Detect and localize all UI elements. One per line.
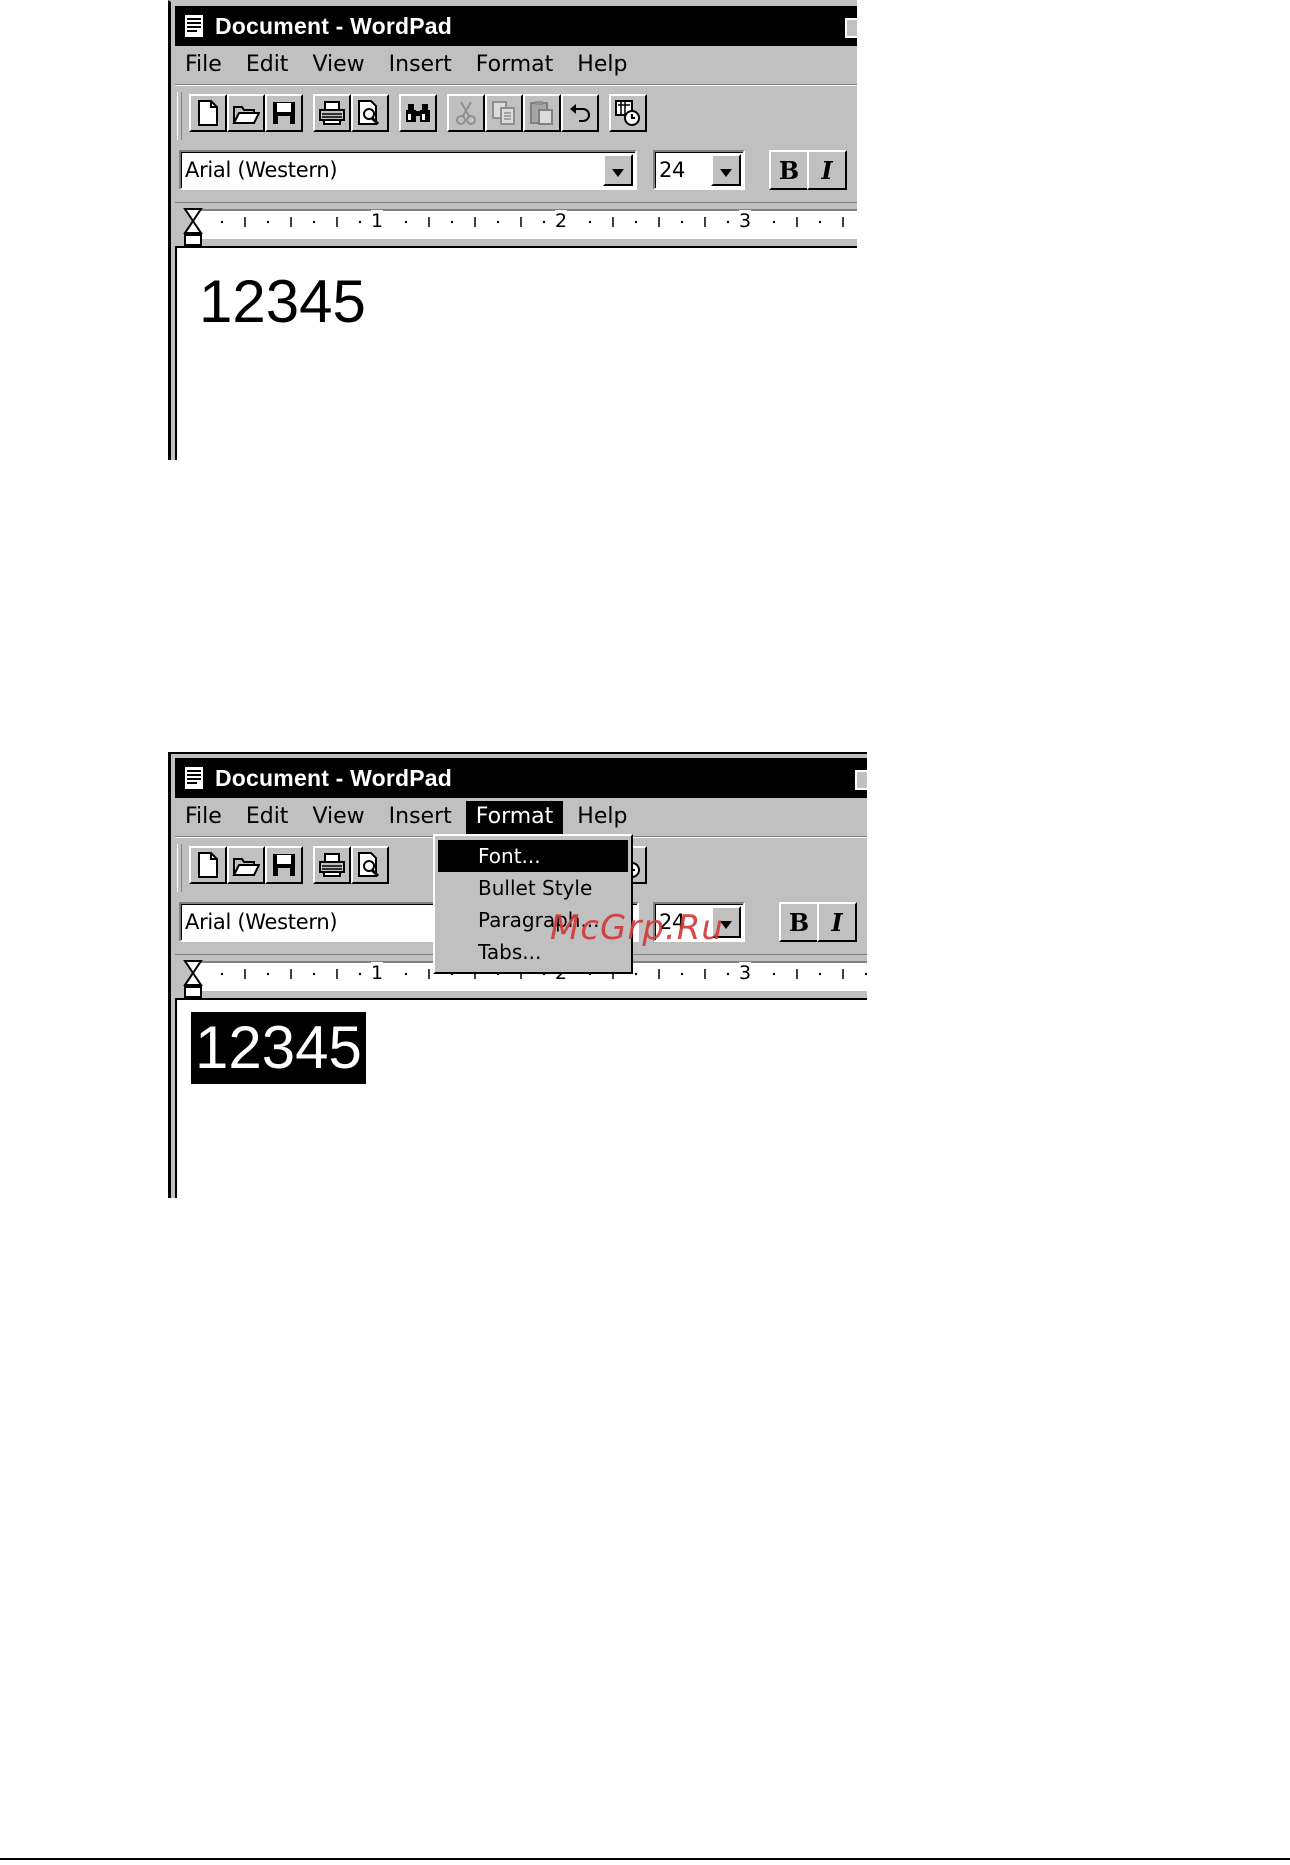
page-bottom-rule (0, 1858, 1290, 1860)
print-preview-icon (357, 852, 383, 878)
print-preview-icon (357, 100, 383, 126)
menu-format-active[interactable]: Format (465, 800, 564, 834)
menu-item-bullet-style[interactable]: Bullet Style (438, 872, 628, 904)
minimize-button[interactable] (855, 770, 867, 790)
ruler-ticks (220, 217, 844, 227)
menu-separator (175, 84, 857, 86)
menu-edit[interactable]: Edit (236, 801, 299, 834)
font-name-dropdown-button[interactable] (603, 154, 633, 186)
menu-help[interactable]: Help (567, 49, 637, 82)
toolbar-grip[interactable] (177, 844, 182, 892)
menu-file[interactable]: File (175, 801, 232, 834)
cut-button[interactable] (447, 94, 485, 132)
copy-icon (491, 100, 517, 126)
wordpad-window-2: Document - WordPad File Edit View Insert… (168, 752, 867, 1198)
print-preview-button[interactable] (351, 94, 389, 132)
minimize-button[interactable] (845, 18, 857, 38)
font-name-value: Arial (Western) (185, 910, 338, 934)
bold-icon: B (778, 155, 800, 185)
italic-icon: I (831, 907, 843, 937)
indent-marker-icon[interactable] (183, 207, 203, 247)
cut-icon (456, 100, 476, 126)
new-icon (197, 100, 219, 126)
menu-bar: File Edit View Insert Format Help (175, 46, 857, 84)
open-icon (232, 101, 260, 125)
format-menu-dropdown: Font... Bullet Style Paragraph... Tabs..… (433, 834, 633, 974)
menu-insert[interactable]: Insert (379, 801, 462, 834)
menu-insert[interactable]: Insert (379, 49, 462, 82)
document-area[interactable]: 12345 (175, 998, 867, 1198)
menu-view[interactable]: View (302, 801, 374, 834)
ruler-tick-marks (220, 217, 844, 227)
toolbar-grip[interactable] (177, 92, 182, 140)
indent-marker-icon[interactable] (183, 959, 203, 999)
find-button[interactable] (399, 94, 437, 132)
watermark-text: McGrp.Ru (550, 908, 724, 948)
insert-datetime-icon (614, 99, 642, 127)
menu-help[interactable]: Help (567, 801, 637, 834)
ruler-number-3: 3 (739, 962, 752, 984)
selected-document-text[interactable]: 12345 (191, 1012, 366, 1084)
menu-format[interactable]: Format (466, 49, 564, 82)
menu-edit[interactable]: Edit (236, 49, 299, 82)
font-size-dropdown-button[interactable] (711, 154, 741, 186)
bold-button[interactable]: B (779, 902, 819, 942)
dropdown-arrow-icon (720, 158, 732, 182)
wordpad-document-icon (183, 13, 205, 39)
print-button[interactable] (313, 94, 351, 132)
window-title: Document - WordPad (215, 764, 453, 791)
paste-button[interactable] (523, 94, 561, 132)
font-name-value: Arial (Western) (185, 158, 338, 182)
wordpad-document-icon (183, 765, 205, 791)
undo-icon (568, 103, 592, 123)
save-icon (272, 101, 296, 125)
print-icon (318, 853, 346, 877)
ruler[interactable]: 1 2 3 (175, 202, 857, 247)
format-toolbar: Arial (Western) 24 B I (175, 144, 857, 200)
menu-item-font[interactable]: Font... (438, 840, 628, 872)
open-button[interactable] (227, 94, 265, 132)
document-text[interactable]: 12345 (199, 272, 366, 332)
copy-button[interactable] (485, 94, 523, 132)
ruler-number-1: 1 (371, 962, 384, 984)
open-icon (232, 853, 260, 877)
font-size-value: 24 (659, 158, 686, 182)
menu-file[interactable]: File (175, 49, 232, 82)
italic-button[interactable]: I (807, 150, 847, 190)
insert-datetime-button[interactable] (609, 94, 647, 132)
bold-button[interactable]: B (769, 150, 809, 190)
open-button[interactable] (227, 846, 265, 884)
ruler-number-1: 1 (371, 210, 384, 232)
menu-view[interactable]: View (302, 49, 374, 82)
standard-toolbar (175, 88, 857, 144)
ruler-number-2: 2 (555, 210, 568, 232)
italic-button[interactable]: I (817, 902, 857, 942)
find-icon (404, 102, 432, 124)
paste-icon (529, 100, 555, 126)
new-icon (197, 852, 219, 878)
new-button[interactable] (189, 94, 227, 132)
save-button[interactable] (265, 846, 303, 884)
font-name-combo[interactable]: Arial (Western) (179, 150, 637, 190)
print-icon (318, 101, 346, 125)
new-button[interactable] (189, 846, 227, 884)
dropdown-arrow-icon (612, 158, 624, 182)
print-button[interactable] (313, 846, 351, 884)
document-area[interactable]: 12345 (175, 246, 857, 460)
italic-icon: I (821, 155, 833, 185)
bold-icon: B (788, 907, 810, 937)
save-button[interactable] (265, 94, 303, 132)
print-preview-button[interactable] (351, 846, 389, 884)
wordpad-window-1: Document - WordPad File Edit View Insert… (168, 0, 857, 460)
undo-button[interactable] (561, 94, 599, 132)
save-icon (272, 853, 296, 877)
menu-bar: File Edit View Insert Format Help (175, 798, 867, 836)
ruler-number-3: 3 (739, 210, 752, 232)
title-bar[interactable]: Document - WordPad (175, 758, 867, 798)
font-size-combo[interactable]: 24 (653, 150, 745, 190)
title-bar[interactable]: Document - WordPad (175, 6, 857, 46)
window-title: Document - WordPad (215, 12, 453, 39)
